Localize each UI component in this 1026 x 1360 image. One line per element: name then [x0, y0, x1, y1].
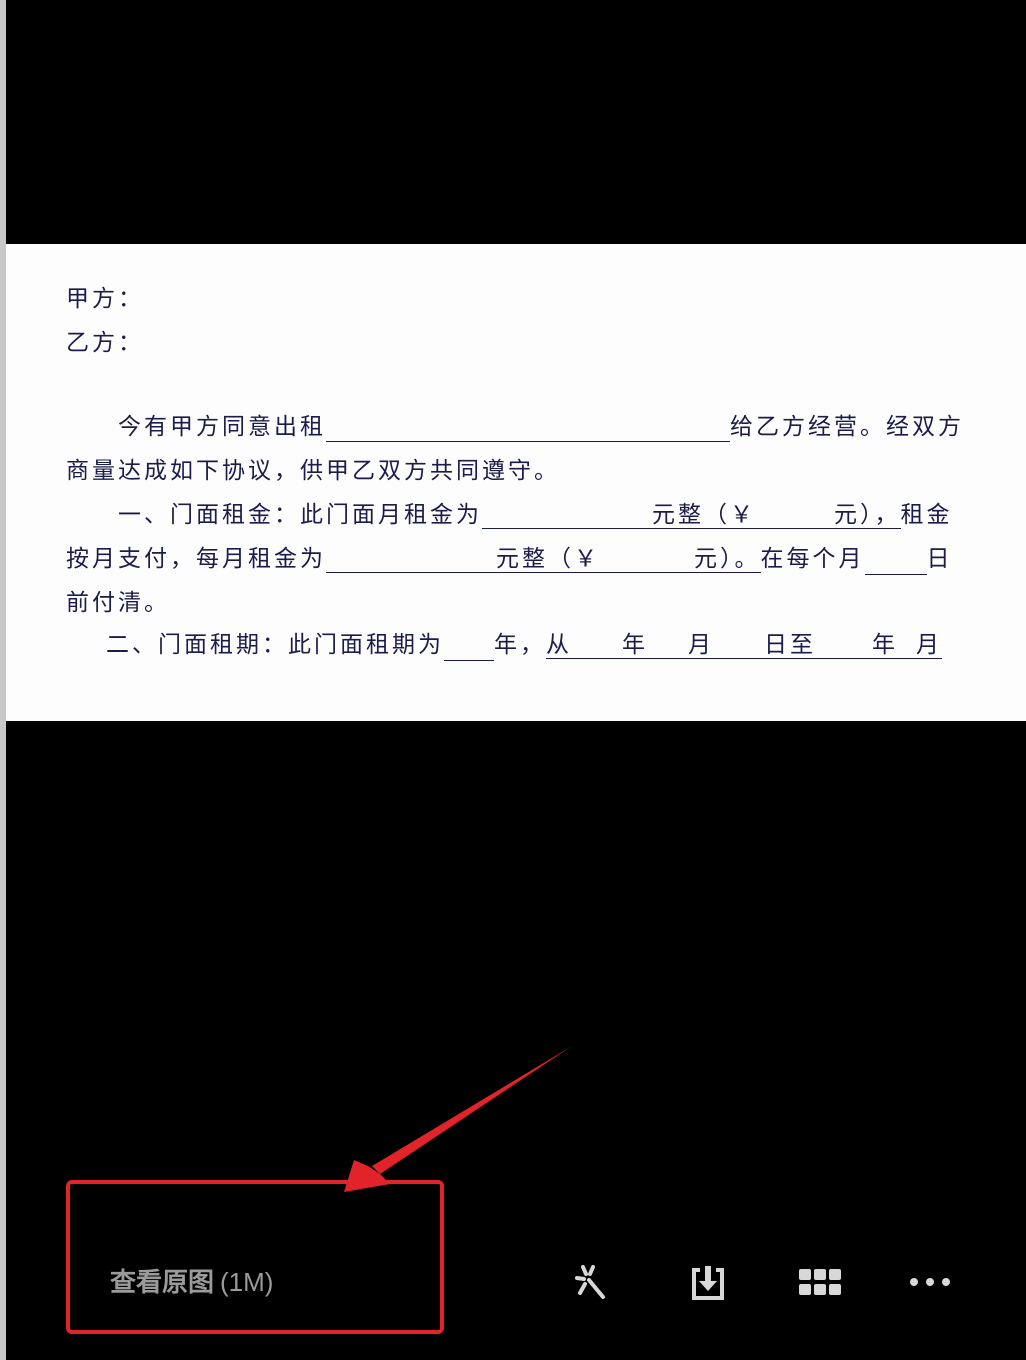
image-viewer: 甲方： 乙方： 今有甲方同意出租 给乙方经营。经双方 商量达成如下协议，供甲乙双方…: [0, 0, 1026, 1360]
download-icon: [688, 1262, 728, 1307]
annotation-arrow: [344, 1046, 572, 1192]
view-original-label: 查看原图: [110, 1267, 215, 1297]
grid-icon: [797, 1267, 843, 1302]
download-button[interactable]: [682, 1258, 734, 1310]
view-original-size: (1M): [220, 1267, 274, 1297]
magic-wand-icon: [571, 1261, 613, 1308]
more-button[interactable]: [904, 1258, 956, 1310]
view-original-button[interactable]: 查看原图 (1M): [110, 1260, 273, 1304]
more-icon: [908, 1275, 952, 1293]
highlight-box: [66, 1180, 444, 1334]
magic-wand-button[interactable]: [566, 1258, 618, 1310]
grid-button[interactable]: [794, 1258, 846, 1310]
